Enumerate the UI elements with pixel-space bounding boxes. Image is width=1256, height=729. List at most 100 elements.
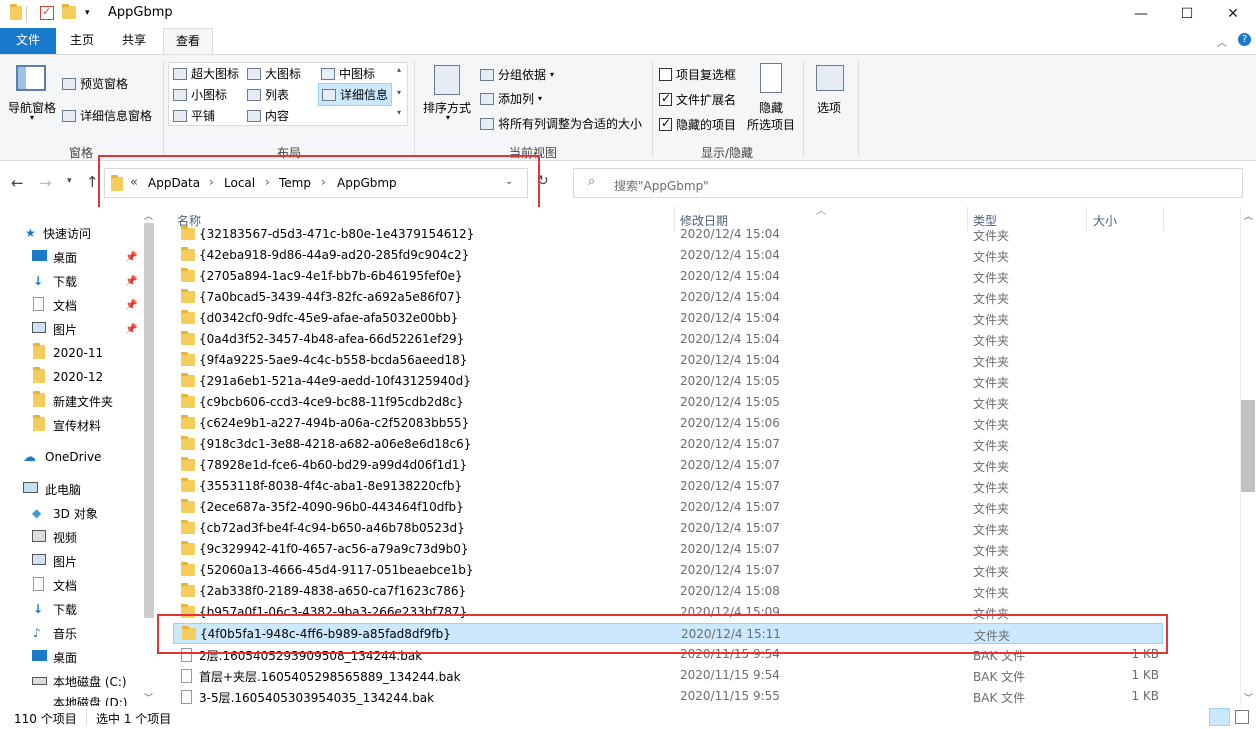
nav-scrollbar[interactable]: ︿ ﹀ (141, 207, 157, 707)
nav-onedrive[interactable]: ☁ OneDrive (0, 446, 140, 468)
table-row[interactable]: {42eba918-9d86-44a9-ad20-285fd9c904c2} 20… (173, 245, 1163, 266)
new-folder-icon[interactable] (62, 4, 76, 20)
hide-button[interactable]: 隐藏 (759, 99, 783, 116)
search-input[interactable]: 搜索"AppGbmp" (614, 177, 709, 194)
table-row[interactable]: {c9bcb606-ccd3-4ce9-bc88-11f95cdb2d8c} 20… (173, 392, 1163, 413)
layout-content[interactable]: 内容 (247, 107, 289, 124)
file-extension-toggle[interactable]: 文件扩展名 (659, 91, 736, 108)
nav-scroll-thumb[interactable] (144, 223, 154, 618)
nav-pane-icon[interactable] (16, 65, 46, 91)
layout-list[interactable]: 列表 (247, 86, 289, 103)
details-pane-button[interactable]: 详细信息窗格 (62, 107, 152, 124)
file-name: {42eba918-9d86-44a9-ad20-285fd9c904c2} (199, 248, 470, 262)
nav-folder-new[interactable]: 新建文件夹 (0, 390, 140, 412)
close-button[interactable]: ✕ (1210, 0, 1256, 28)
table-row[interactable]: {0a4d3f52-3457-4b48-afea-66d52261ef29} 20… (173, 329, 1163, 350)
nav-documents-pc[interactable]: 文档 (0, 574, 140, 596)
nav-c-drive[interactable]: 本地磁盘 (C:) (0, 670, 140, 692)
pin-icon[interactable]: 📌 (125, 252, 137, 263)
divider[interactable] (1163, 207, 1164, 231)
nav-downloads-pc[interactable]: ↓ 下载 (0, 598, 140, 620)
help-icon[interactable]: ? (1238, 33, 1251, 46)
table-row[interactable]: {3553118f-8038-4f4c-aba1-8e9138220cfb} 20… (173, 476, 1163, 497)
layout-tiles[interactable]: 平铺 (173, 107, 215, 124)
checkbox[interactable] (659, 68, 672, 81)
nav-documents[interactable]: 文档 📌 (0, 294, 140, 316)
table-row[interactable]: {9f4a9225-5ae9-4c4c-b558-bcda56aeed18} 20… (173, 350, 1163, 371)
properties-icon[interactable]: ✓ (40, 5, 54, 20)
file-icon (181, 690, 192, 707)
preview-pane-button[interactable]: 预览窗格 (62, 75, 128, 92)
scroll-down-icon[interactable]: ﹀ (144, 691, 153, 704)
selected-items-label[interactable]: 所选项目 (747, 116, 795, 133)
table-row[interactable]: {cb72ad3f-be4f-4c94-b650-a46b78b0523d} 20… (173, 518, 1163, 539)
options-button[interactable]: 选项 (817, 99, 841, 116)
checkbox[interactable] (659, 91, 672, 106)
quick-access-dropdown-icon[interactable]: ▾ (85, 8, 99, 22)
layout-details[interactable]: 详细信息 (318, 83, 393, 106)
table-row[interactable]: {918c3dc1-3e88-4218-a682-a06e8e6d18c6} 20… (173, 434, 1163, 455)
collapse-ribbon-icon[interactable]: ︿ (1217, 34, 1227, 49)
table-row[interactable]: {52060a13-4666-45d4-9117-051beaebce1b} 20… (173, 560, 1163, 581)
tab-share[interactable]: 共享 (111, 28, 157, 54)
pin-icon[interactable]: 📌 (125, 324, 137, 335)
item-checkbox-toggle[interactable]: 项目复选框 (659, 66, 736, 83)
tab-home[interactable]: 主页 (59, 28, 105, 54)
nav-quick-access[interactable]: ★ 快速访问 (0, 222, 140, 244)
table-row[interactable]: {2705a894-1ac9-4e1f-bb7b-6b46195fef0e} 20… (173, 266, 1163, 287)
table-row[interactable]: {c624e9b1-a227-494b-a06a-c2f52083bb55} 20… (173, 413, 1163, 434)
recent-locations-icon[interactable]: ▾ (67, 176, 72, 186)
layout-large-icons[interactable]: 大图标 (247, 65, 301, 82)
nav-music[interactable]: ♪ 音乐 (0, 622, 140, 644)
nav-folder-2020-12[interactable]: 2020-12 (0, 366, 140, 388)
nav-folder-promo[interactable]: 宣传材料 (0, 414, 140, 436)
minimize-button[interactable]: — (1118, 0, 1164, 28)
checkbox[interactable] (659, 116, 672, 131)
large-icons-view-icon[interactable] (1235, 710, 1249, 724)
tab-file[interactable]: 文件 (0, 28, 56, 54)
nav-desktop[interactable]: 桌面 📌 (0, 246, 140, 268)
up-icon[interactable]: ↑ (86, 173, 99, 191)
gallery-down-icon[interactable]: ▾ (397, 88, 401, 97)
pin-icon[interactable]: 📌 (125, 300, 137, 311)
layout-xl-icons[interactable]: 超大图标 (173, 65, 239, 82)
table-row[interactable]: {32183567-d5d3-471c-b80e-1e4379154612} 20… (173, 224, 1163, 245)
forward-icon[interactable]: → (39, 174, 52, 192)
nav-videos[interactable]: 视频 (0, 526, 140, 548)
gallery-expand-icon[interactable]: ▾ (397, 108, 401, 117)
nav-this-pc[interactable]: 此电脑 (0, 478, 140, 500)
nav-d-drive[interactable]: 本地磁盘 (D:) (0, 694, 140, 706)
table-row[interactable]: 3-5层.1605405303954035_134244.bak 2020/11/… (173, 686, 1163, 707)
fit-columns-button[interactable]: 将所有列调整为合适的大小 (480, 115, 642, 132)
layout-medium-icons[interactable]: 中图标 (321, 65, 375, 82)
table-row[interactable]: {291a6eb1-521a-44e9-aedd-10f43125940d} 20… (173, 371, 1163, 392)
table-row[interactable]: {2ece687a-35f2-4090-96b0-443464f10dfb} 20… (173, 497, 1163, 518)
scroll-down-icon[interactable]: ﹀ (1244, 691, 1253, 704)
maximize-button[interactable]: ☐ (1164, 0, 1210, 28)
group-by-button[interactable]: 分组依据 ▾ (480, 66, 554, 83)
pin-icon[interactable]: 📌 (125, 276, 137, 287)
nav-downloads[interactable]: ↓ 下载 📌 (0, 270, 140, 292)
nav-3d-objects[interactable]: ◆ 3D 对象 (0, 502, 140, 524)
hidden-items-toggle[interactable]: 隐藏的项目 (659, 116, 736, 133)
table-row[interactable]: {2ab338f0-2189-4838-a650-ca7f1623c786} 20… (173, 581, 1163, 602)
nav-pictures-pc[interactable]: 图片 (0, 550, 140, 572)
table-row[interactable]: {78928e1d-fce6-4b60-bd29-a99d4d06f1d1} 20… (173, 455, 1163, 476)
list-scroll-thumb[interactable] (1241, 400, 1255, 492)
gallery-up-icon[interactable]: ▴ (397, 65, 401, 74)
table-row[interactable]: {9c329942-41f0-4657-ac56-a79a9c73d9b0} 20… (173, 539, 1163, 560)
nav-desktop-pc[interactable]: 桌面 (0, 646, 140, 668)
tab-view[interactable]: 查看 (163, 28, 213, 55)
scroll-up-icon[interactable]: ︿ (144, 209, 153, 222)
back-icon[interactable]: ← (11, 174, 24, 192)
scroll-up-icon[interactable]: ︿ (1244, 209, 1253, 222)
nav-folder-2020-11[interactable]: 2020-11 (0, 342, 140, 364)
search-box[interactable]: ⌕ 搜索"AppGbmp" (573, 168, 1243, 198)
details-view-icon[interactable] (1209, 708, 1230, 726)
layout-small-icons[interactable]: 小图标 (173, 86, 227, 103)
table-row[interactable]: {d0342cf0-9dfc-45e9-afae-afa5032e00bb} 20… (173, 308, 1163, 329)
add-column-button[interactable]: 添加列 ▾ (480, 90, 542, 107)
nav-pictures[interactable]: 图片 📌 (0, 318, 140, 340)
table-row[interactable]: {7a0bcad5-3439-44f3-82fc-a692a5e86f07} 20… (173, 287, 1163, 308)
table-row[interactable]: 首层+夹层.1605405298565889_134244.bak 2020/11… (173, 665, 1163, 686)
